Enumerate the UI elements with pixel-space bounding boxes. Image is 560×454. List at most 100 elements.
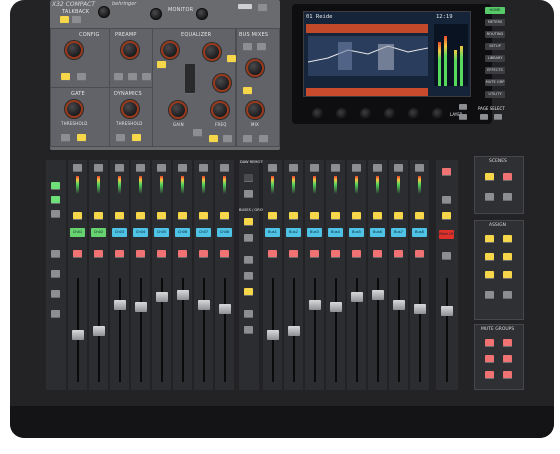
bus-button-5[interactable] [259, 135, 268, 143]
scenes-prev-button[interactable] [485, 193, 494, 201]
left-column-button-2[interactable] [51, 196, 60, 204]
input-mute-button[interactable] [73, 250, 82, 258]
bus-mute-button[interactable] [373, 250, 382, 258]
talkback-b-button[interactable] [72, 16, 81, 24]
layer-down-button[interactable] [459, 114, 467, 120]
main-solo-button[interactable] [442, 196, 451, 204]
bus-select-button[interactable] [331, 164, 340, 172]
bus-fader[interactable] [393, 300, 405, 310]
input-solo-button[interactable] [157, 212, 166, 220]
mute-group-4-button[interactable] [503, 355, 512, 363]
input-solo-button[interactable] [199, 212, 208, 220]
scenes-undo-button[interactable] [485, 173, 494, 181]
input-select-button[interactable] [199, 164, 208, 172]
input-select-button[interactable] [157, 164, 166, 172]
center-button-8[interactable] [244, 310, 253, 318]
input-fader[interactable] [72, 330, 84, 340]
eq-button-d[interactable] [209, 135, 218, 143]
nav-meters-button[interactable]: METERS [485, 19, 505, 26]
mute-group-3-button[interactable] [485, 355, 494, 363]
display-encoder-2[interactable] [336, 108, 348, 120]
nav-utility-button[interactable]: UTILITY [485, 91, 505, 98]
monitor-level-knob[interactable] [150, 8, 162, 20]
dynamics-button-2[interactable] [132, 134, 141, 142]
layer-up-button[interactable] [459, 104, 467, 110]
input-fader[interactable] [177, 290, 189, 300]
bus-select-button[interactable] [268, 164, 277, 172]
input-mute-button[interactable] [199, 250, 208, 258]
bus-send-knob-top[interactable] [246, 59, 264, 77]
input-select-button[interactable] [94, 164, 103, 172]
bus-select-button[interactable] [373, 164, 382, 172]
config-knob[interactable] [65, 41, 83, 59]
nav-library-button[interactable]: LIBRARY [485, 55, 505, 62]
nav-effects-button[interactable]: EFFECTS [485, 67, 505, 74]
mute-group-6-button[interactable] [503, 371, 512, 379]
bus-solo-button[interactable] [394, 212, 403, 220]
left-column-button-6[interactable] [51, 290, 60, 298]
bus-button-1[interactable] [243, 43, 252, 51]
bus-send-knob[interactable] [246, 101, 264, 119]
bus-select-button[interactable] [289, 164, 298, 172]
scenes-go-button[interactable] [503, 173, 512, 181]
talkback-level-knob[interactable] [98, 6, 110, 18]
input-mute-button[interactable] [220, 250, 229, 258]
bus-button-2[interactable] [257, 43, 266, 51]
bus-button-3[interactable] [243, 87, 252, 95]
center-button-3[interactable] [244, 218, 253, 226]
input-select-button[interactable] [220, 164, 229, 172]
bus-fader[interactable] [414, 304, 426, 314]
display-encoder-1[interactable] [312, 108, 324, 120]
bus-solo-button[interactable] [331, 212, 340, 220]
input-fader[interactable] [114, 300, 126, 310]
preamp-gain-knob[interactable] [121, 41, 139, 59]
input-fader[interactable] [198, 300, 210, 310]
bus-fader[interactable] [309, 300, 321, 310]
dynamics-threshold-knob[interactable] [121, 100, 139, 118]
left-column-button-7[interactable] [51, 310, 60, 318]
eq-button-b[interactable] [227, 55, 236, 63]
gate-button-2[interactable] [77, 134, 86, 142]
mute-group-1-button[interactable] [485, 339, 494, 347]
bus-mute-button[interactable] [352, 250, 361, 258]
input-fader[interactable] [156, 292, 168, 302]
bus-select-button[interactable] [310, 164, 319, 172]
center-button-4[interactable] [244, 234, 253, 242]
bus-solo-button[interactable] [268, 212, 277, 220]
bus-mute-button[interactable] [289, 250, 298, 258]
config-button-2[interactable] [77, 73, 86, 81]
input-mute-button[interactable] [115, 250, 124, 258]
bus-button-4[interactable] [243, 135, 252, 143]
assign-button-4[interactable] [503, 253, 512, 261]
main-fader[interactable] [441, 306, 453, 316]
monitor-dim-button[interactable] [258, 4, 267, 12]
center-button-6[interactable] [244, 272, 253, 280]
bus-solo-button[interactable] [310, 212, 319, 220]
mute-group-5-button[interactable] [485, 371, 494, 379]
assign-button-6[interactable] [503, 271, 512, 279]
gate-button-1[interactable] [61, 134, 70, 142]
bus-solo-button[interactable] [373, 212, 382, 220]
bus-mute-button[interactable] [415, 250, 424, 258]
input-mute-button[interactable] [94, 250, 103, 258]
assign-button-8[interactable] [503, 291, 512, 299]
input-fader[interactable] [219, 304, 231, 314]
mute-group-2-button[interactable] [503, 339, 512, 347]
main-select-button[interactable] [442, 168, 451, 176]
bus-select-button[interactable] [352, 164, 361, 172]
input-solo-button[interactable] [115, 212, 124, 220]
center-button-7[interactable] [244, 288, 253, 296]
eq-button-a[interactable] [157, 61, 166, 69]
eq-freq-knob-top[interactable] [203, 43, 221, 61]
main-button[interactable] [442, 252, 451, 260]
input-select-button[interactable] [178, 164, 187, 172]
eq-gain-knob-top[interactable] [161, 41, 179, 59]
bus-fader[interactable] [288, 326, 300, 336]
nav-routing-button[interactable]: ROUTING [485, 31, 505, 38]
bus-fader[interactable] [372, 290, 384, 300]
assign-button-2[interactable] [503, 235, 512, 243]
main-mute-button[interactable] [442, 212, 451, 220]
eq-button-e[interactable] [223, 135, 232, 143]
config-button-1[interactable] [61, 73, 70, 81]
dynamics-button-1[interactable] [116, 134, 125, 142]
